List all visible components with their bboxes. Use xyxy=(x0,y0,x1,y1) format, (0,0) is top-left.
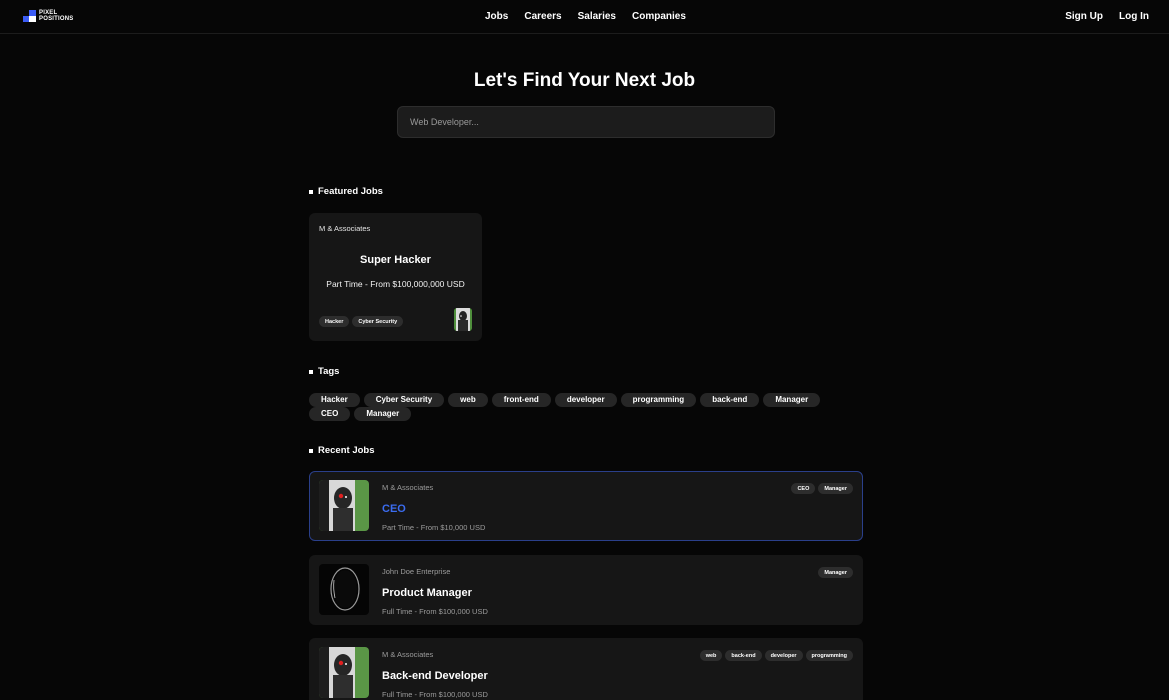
tag-programming[interactable]: programming xyxy=(620,393,697,407)
nav-link-companies[interactable]: Companies xyxy=(632,11,686,22)
tag-chip[interactable]: back-end xyxy=(725,650,762,661)
tag-back-end[interactable]: back-end xyxy=(700,393,760,407)
featured-job-title[interactable]: Super Hacker xyxy=(309,254,482,266)
featured-jobs-heading: Featured Jobs xyxy=(309,186,383,197)
auth-links: Sign Up Log In xyxy=(1065,11,1149,22)
tag-cyber-security[interactable]: Cyber Security xyxy=(363,393,445,407)
job-employer: M & Associates xyxy=(382,483,434,492)
sign-up-link[interactable]: Sign Up xyxy=(1065,11,1103,22)
job-employer: John Doe Enterprise xyxy=(382,567,451,576)
tags-heading: Tags xyxy=(309,366,339,377)
job-tags: CEO Manager xyxy=(791,483,853,494)
featured-salary: Part Time - From $100,000,000 USD xyxy=(326,279,465,289)
nav-link-careers[interactable]: Careers xyxy=(524,11,561,22)
tag-front-end[interactable]: front-end xyxy=(491,393,551,407)
job-tags: Manager xyxy=(818,567,853,578)
tag-chip[interactable]: CEO xyxy=(791,483,816,494)
job-card[interactable]: M & Associates CEO Part Time - From $10,… xyxy=(309,471,863,541)
nav-link-jobs[interactable]: Jobs xyxy=(485,11,508,22)
tag-chip[interactable]: developer xyxy=(764,650,803,661)
tag-chip[interactable]: programming xyxy=(805,650,853,661)
employer-logo xyxy=(319,564,369,615)
tag-developer[interactable]: developer xyxy=(554,393,617,407)
featured-tags: Hacker Cyber Security xyxy=(319,316,404,327)
tag-manager[interactable]: Manager xyxy=(763,393,821,407)
tag-ceo[interactable]: CEO xyxy=(309,407,351,421)
job-title[interactable]: Product Manager xyxy=(382,587,472,599)
nav-links: Jobs Careers Salaries Companies xyxy=(485,11,686,22)
log-in-link[interactable]: Log In xyxy=(1119,11,1149,22)
tags-list: Hacker Cyber Security web front-end deve… xyxy=(309,393,865,421)
employer-logo xyxy=(454,308,472,331)
search-input[interactable] xyxy=(397,106,775,138)
bullet-icon xyxy=(309,189,313,194)
job-tags: web back-end developer programming xyxy=(699,650,853,661)
tag-chip[interactable]: Cyber Security xyxy=(352,316,404,327)
job-salary: Part Time - From $10,000 USD xyxy=(382,523,486,532)
recent-jobs-heading: Recent Jobs xyxy=(309,445,375,456)
job-card[interactable]: M & Associates Back-end Developer Full T… xyxy=(309,638,863,700)
tag-chip[interactable]: Manager xyxy=(818,483,853,494)
tag-chip[interactable]: web xyxy=(699,650,723,661)
job-title[interactable]: Back-end Developer xyxy=(382,670,488,682)
logo-mark-icon xyxy=(23,10,36,22)
featured-employer: M & Associates xyxy=(319,224,371,233)
job-card[interactable]: John Doe Enterprise Product Manager Full… xyxy=(309,555,863,625)
logo-text: PIXEL POSITIONS xyxy=(39,10,74,22)
job-salary: Full Time - From $100,000 USD xyxy=(382,607,488,616)
job-title[interactable]: CEO xyxy=(382,503,406,515)
recent-jobs-heading-label: Recent Jobs xyxy=(318,445,375,456)
tag-hacker[interactable]: Hacker xyxy=(309,393,360,407)
job-employer: M & Associates xyxy=(382,650,434,659)
tag-chip[interactable]: Hacker xyxy=(319,316,350,327)
featured-job-card[interactable]: M & Associates Super Hacker Part Time - … xyxy=(309,213,482,341)
tags-heading-label: Tags xyxy=(318,366,340,377)
employer-logo xyxy=(319,647,369,698)
bullet-icon xyxy=(309,369,313,374)
nav-link-salaries[interactable]: Salaries xyxy=(578,11,616,22)
bullet-icon xyxy=(309,448,313,453)
tag-web[interactable]: web xyxy=(448,393,488,407)
job-salary: Full Time - From $100,000 USD xyxy=(382,690,488,699)
employer-logo xyxy=(319,480,369,531)
page-title: Let's Find Your Next Job xyxy=(473,70,696,91)
logo[interactable]: PIXEL POSITIONS xyxy=(23,9,83,23)
featured-jobs-heading-label: Featured Jobs xyxy=(318,186,383,197)
top-nav: PIXEL POSITIONS Jobs Careers Salaries Co… xyxy=(0,0,1169,34)
tag-chip[interactable]: Manager xyxy=(818,567,853,578)
tag-manager-2[interactable]: Manager xyxy=(354,407,412,421)
